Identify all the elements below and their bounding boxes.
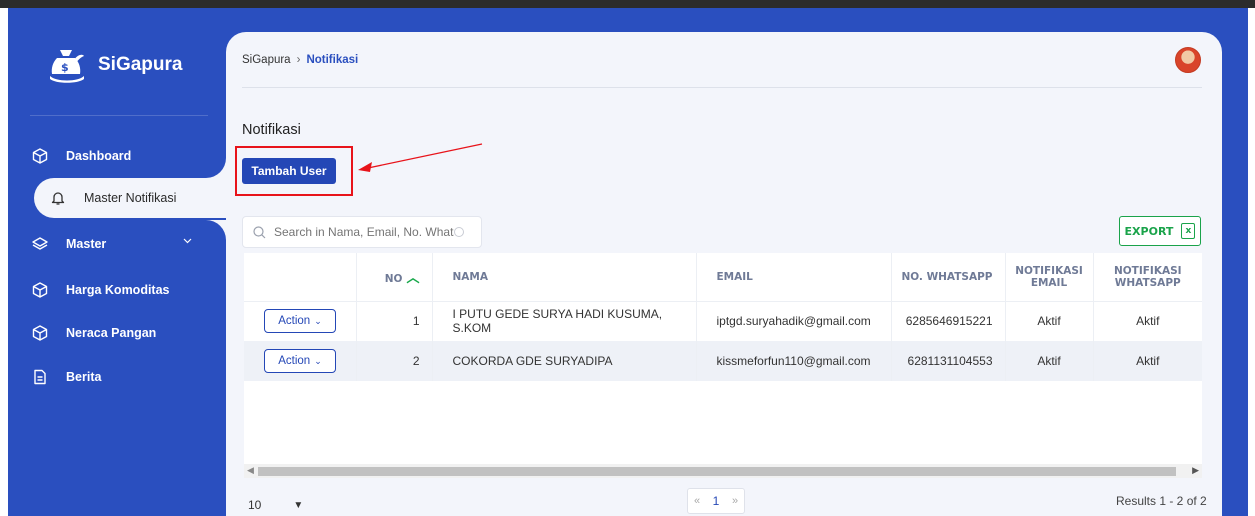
page-size-select[interactable]: 10 ▼ [248,498,303,512]
action-cell: Action ⌄ [244,341,357,381]
cell-whatsapp: 6281131104553 [891,341,1006,381]
sidebar-item-label: Master [66,237,107,251]
cell-no: 2 [356,341,433,381]
action-cell: Action ⌄ [244,301,357,341]
search-input[interactable] [274,225,454,239]
column-header-whatsapp[interactable]: NO. WHATSAPP [891,253,1006,302]
search-icon [253,225,266,238]
chevron-right-icon: › [296,54,301,66]
data-table: NO ︿ NAMA EMAIL NO. WHATSAPP NOTIFIKASI E… [244,253,1202,478]
cell-notif-email: Aktif [1005,301,1094,341]
annotation-arrow-icon [358,143,483,172]
chevron-down-icon: ⌄ [314,355,322,366]
table-row: Action ⌄ 2 COKORDA GDE SURYADIPA kissmefo… [244,341,1202,381]
table-row: Action ⌄ 1 I PUTU GEDE SURYA HADI KUSUMA,… [244,301,1202,341]
cube-icon [30,323,50,343]
header-divider [242,87,1202,88]
prev-page-button[interactable]: « [688,489,706,513]
horizontal-scrollbar[interactable]: ◀ ▶ [244,464,1202,478]
highlight-annotation-box [235,146,353,196]
table-header-row: NO ︿ NAMA EMAIL NO. WHATSAPP NOTIFIKASI E… [244,253,1202,302]
bell-icon [48,188,68,208]
sidebar-item-berita[interactable]: Berita [30,357,226,397]
sidebar-item-harga-komoditas[interactable]: Harga Komoditas [30,270,226,310]
column-header-action [244,253,357,302]
column-header-no[interactable]: NO ︿ [356,253,433,302]
active-tab-curve-top [206,158,226,178]
sidebar-divider [30,115,208,116]
action-dropdown-button[interactable]: Action ⌄ [264,309,336,334]
page-title: Notifikasi [242,122,301,138]
app-shell: $ SiGapura Dashboard Master Notifikasi M… [8,8,1248,516]
money-bag-icon: $ [50,50,84,83]
sidebar-item-dashboard[interactable]: Dashboard [30,136,226,176]
sidebar: $ SiGapura Dashboard Master Notifikasi M… [8,8,246,516]
search-box[interactable] [242,216,482,248]
page-size-value: 10 [248,498,262,512]
action-dropdown-button[interactable]: Action ⌄ [264,349,336,373]
chevron-down-icon [183,238,192,244]
breadcrumb-current: Notifikasi [306,54,359,66]
sidebar-item-master-notifikasi[interactable]: Master Notifikasi [34,178,246,218]
breadcrumb-root[interactable]: SiGapura [242,54,291,66]
next-page-button[interactable]: » [726,489,744,513]
sort-ascending-icon[interactable]: ︿ [406,271,419,286]
column-header-label: NO [384,273,403,286]
cell-notif-whatsapp: Aktif [1093,341,1202,381]
action-label: Action [278,355,311,367]
scrollbar-thumb[interactable] [258,467,1176,476]
app-name: SiGapura [98,54,183,75]
sidebar-item-label: Neraca Pangan [66,326,157,340]
cube-icon [30,146,50,166]
page-number-button[interactable]: 1 [706,489,726,513]
sidebar-item-label: Master Notifikasi [84,191,177,205]
action-label: Action [278,315,311,328]
window-top-bar [0,0,1255,8]
chevron-down-icon: ▼ [293,499,304,511]
chevron-down-icon: ⌄ [314,315,322,326]
scroll-left-arrow-icon[interactable]: ◀ [247,465,254,476]
sidebar-item-label: Dashboard [66,149,132,163]
export-label: EXPORT [1124,224,1174,238]
main-content: SiGapura › Notifikasi Notifikasi Tambah … [226,32,1222,516]
cell-notif-email: Aktif [1005,341,1094,381]
sidebar-item-label: Berita [66,370,102,384]
sidebar-item-neraca-pangan[interactable]: Neraca Pangan [30,313,226,353]
clear-search-icon[interactable] [454,227,464,237]
cell-email: iptgd.suryahadik@gmail.com [696,301,892,341]
results-count: Results 1 - 2 of 2 [1116,494,1207,508]
cell-email: kissmeforfun110@gmail.com [696,341,892,381]
breadcrumb: SiGapura › Notifikasi [242,54,358,66]
pagination: « 1 » [687,488,745,514]
scroll-right-arrow-icon[interactable]: ▶ [1192,465,1199,476]
cell-nama: COKORDA GDE SURYADIPA [432,341,697,381]
export-button[interactable]: EXPORT x [1119,216,1201,246]
cell-nama: I PUTU GEDE SURYA HADI KUSUMA, S.KOM [432,301,697,341]
cell-no: 1 [356,301,433,341]
cell-whatsapp: 6285646915221 [891,301,1006,341]
column-header-notif-email[interactable]: NOTIFIKASI EMAIL [1005,253,1094,302]
excel-icon: x [1181,223,1196,239]
column-header-notif-whatsapp[interactable]: NOTIFIKASI WHATSAPP [1093,253,1202,302]
layers-icon [30,234,50,254]
sidebar-item-master[interactable]: Master [30,224,226,264]
user-avatar[interactable] [1175,47,1201,73]
column-header-email[interactable]: EMAIL [696,253,892,302]
sidebar-item-label: Harga Komoditas [66,283,170,297]
cube-icon [30,280,50,300]
app-logo[interactable]: $ SiGapura [48,46,182,84]
column-header-nama[interactable]: NAMA [432,253,697,302]
cell-notif-whatsapp: Aktif [1136,314,1160,329]
svg-text:$: $ [61,61,69,74]
document-icon [30,367,50,387]
